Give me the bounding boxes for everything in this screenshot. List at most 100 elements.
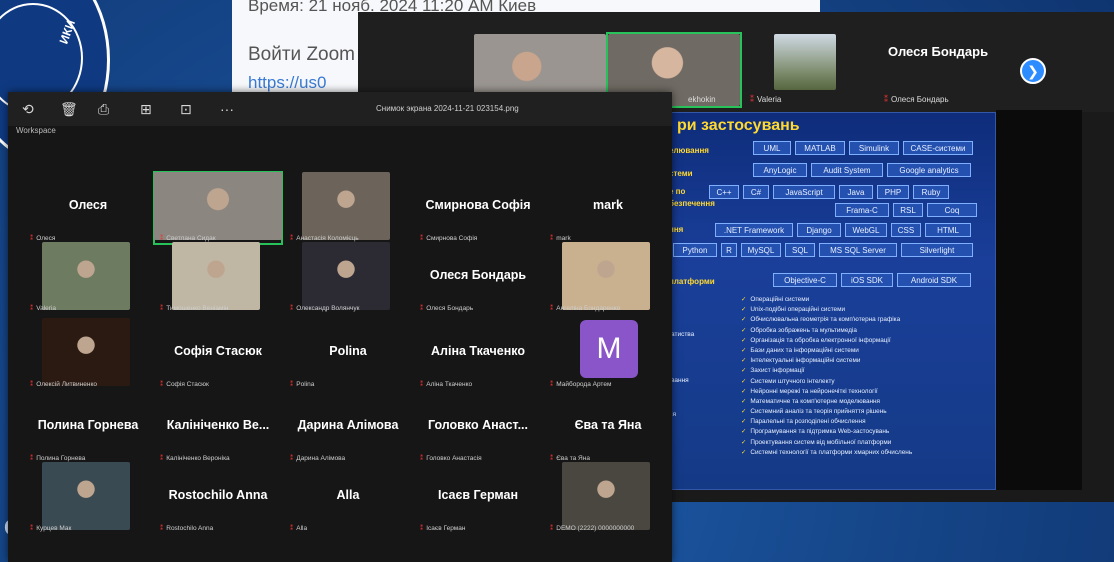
chevron-right-icon[interactable]: ❯: [1020, 58, 1046, 84]
participant-name: Ісаєв Герман: [437, 488, 519, 502]
workspace-label: Workspace: [16, 126, 56, 135]
participant-name: Єва та Яна: [574, 418, 642, 432]
participant-label-text: Ісаєв Герман: [426, 525, 466, 532]
slide-chip: Silverlight: [901, 243, 973, 257]
participant-label-text: Анастасія Коломієць: [296, 235, 359, 242]
participant-tile[interactable]: Полина Горнева ⁑ Полина Горнева: [24, 392, 152, 464]
participant-tile[interactable]: Калініченко Ве... ⁑ Калініченко Вероніка: [154, 392, 282, 464]
participant-label: ⁑ DEMO (2222) 0000000000: [550, 524, 634, 532]
muted-mic-icon: ⁑: [30, 455, 34, 462]
image-viewer-toolbar: ⟲ 🗑 ⎙ ⊞ ⊡ ··· Снимок экрана 2024-11-21 0…: [8, 92, 672, 126]
check-icon: ✓: [741, 438, 747, 446]
check-icon: ✓: [741, 346, 747, 354]
participant-tile[interactable]: ⁑ DEMO (2222) 0000000000: [544, 462, 672, 534]
participant-tile[interactable]: ⁑ Светлана Сидак: [153, 171, 283, 245]
participant-tile[interactable]: ⁑ Ангеліна Бондаренко: [544, 242, 672, 314]
slide-chip: iOS SDK: [841, 273, 893, 287]
participant-label: ⁑ Ісаєв Герман: [420, 524, 466, 532]
check-icon: ✓: [741, 377, 747, 385]
participant-tile[interactable]: Олеся Бондарь ⁑ Олеся Бондарь: [414, 242, 542, 314]
participant-label-text: Rostochilo Anna: [166, 525, 214, 532]
participant-label: ⁑ Смирнова Софія: [420, 234, 477, 242]
slide-chip: Audit System: [811, 163, 883, 177]
muted-mic-icon: ⁑: [550, 305, 554, 312]
gallery-icon[interactable]: ⊞: [140, 101, 152, 118]
participant-label: ⁑ Олеся: [30, 234, 55, 242]
slideshow-icon[interactable]: ⊡: [180, 101, 192, 118]
slide-chip: MATLAB: [795, 141, 845, 155]
video-feed: [154, 172, 282, 240]
participant-label-text: DEMO (2222) 0000000000: [556, 525, 635, 532]
participant-tile[interactable]: mark ⁑ mark: [544, 172, 672, 244]
slide-chip: MySQL: [741, 243, 781, 257]
participant-label-text: Курцев Мак: [36, 525, 72, 532]
slide-chip: WebGL: [845, 223, 887, 237]
participant-tile[interactable]: Дарина Алімова ⁑ Дарина Алімова: [284, 392, 412, 464]
slide-chip: UML: [753, 141, 791, 155]
participant-tile[interactable]: Ісаєв Герман ⁑ Ісаєв Герман: [414, 462, 542, 534]
rotate-icon[interactable]: ⟲: [22, 101, 34, 118]
strip-tile-featured[interactable]: Олеся Бондарь ⁑ Олеся Бондарь: [878, 34, 1038, 106]
strip-tile[interactable]: ⁑ Valeria: [744, 34, 876, 106]
participant-label: ⁑ Головко Анастасія: [420, 454, 482, 462]
participant-tile[interactable]: ⁑ Олексій Литвиненко: [24, 318, 152, 390]
check-icon: ✓: [741, 316, 747, 324]
muted-mic-icon: ⁑: [420, 381, 424, 388]
participant-tile[interactable]: Alla ⁑ Alla: [284, 462, 412, 534]
participant-tile[interactable]: ⁑ Valeria: [24, 242, 152, 314]
participant-tile[interactable]: Rostochilo Anna ⁑ Rostochilo Anna: [154, 462, 282, 534]
slide-chip: C#: [743, 185, 769, 199]
participant-label: ⁑ Valeria: [30, 304, 56, 312]
more-icon[interactable]: ···: [220, 101, 234, 117]
delete-icon[interactable]: 🗑: [60, 101, 78, 118]
participant-label-text: Полина Горнева: [36, 455, 86, 462]
muted-mic-icon: ⁑: [160, 235, 164, 242]
list-item: ✓ Паралельні та розподілені обчислення: [741, 418, 866, 426]
check-icon: ✓: [741, 387, 747, 395]
print-icon[interactable]: ⎙: [98, 101, 109, 118]
participant-label: ⁑ Rostochilo Anna: [160, 524, 213, 532]
muted-mic-icon: ⁑: [290, 455, 294, 462]
list-item: ✓ Обчислювальна геометрія та комп'ютерна …: [741, 316, 901, 324]
participant-label: ⁑ Курцев Мак: [30, 524, 71, 532]
slide-course-list: ✓ Операційні системи ✓ Unix-подібні операц…: [741, 295, 995, 458]
participant-tile[interactable]: ⁑ Олександр Волянчук: [284, 242, 412, 314]
muted-mic-icon: ⁑: [550, 381, 554, 388]
participant-label: ⁑ Майборода Артем: [550, 380, 611, 388]
muted-mic-icon: ⁑: [290, 235, 294, 242]
check-icon: ✓: [741, 357, 747, 365]
zoom-link[interactable]: https://us0: [248, 73, 326, 93]
participant-label: ⁑ Дарина Алімова: [290, 454, 345, 462]
slide-side-label: атиства: [671, 331, 695, 338]
muted-mic-icon: ⁑: [750, 95, 754, 104]
participant-label-text: Головко Анастасія: [426, 455, 482, 462]
muted-mic-icon: ⁑: [160, 305, 164, 312]
participant-label: ⁑ Олеся Бондарь: [420, 304, 473, 312]
muted-mic-icon: ⁑: [160, 381, 164, 388]
muted-mic-icon: ⁑: [884, 95, 888, 104]
participant-tile[interactable]: ⁑ Анастасія Коломієць: [284, 172, 412, 244]
participant-name: Смирнова Софія: [425, 198, 531, 212]
participant-tile[interactable]: Polina ⁑ Polina: [284, 318, 412, 390]
participant-tile[interactable]: Єва та Яна ⁑ Єва та Яна: [544, 392, 672, 464]
participant-tile[interactable]: Аліна Ткаченко ⁑ Аліна Ткаченко: [414, 318, 542, 390]
participant-tile[interactable]: ⁑ Тимошенко Веніамін: [154, 242, 282, 314]
muted-mic-icon: ⁑: [290, 525, 294, 532]
muted-mic-icon: ⁑: [30, 525, 34, 532]
slide-chip: HTML: [925, 223, 971, 237]
participant-label-text: Калініченко Вероніка: [166, 455, 230, 462]
window-title: Снимок экрана 2024-11-21 023154.png: [376, 104, 519, 113]
participant-tile[interactable]: Олеся ⁑ Олеся: [24, 172, 152, 244]
participant-tile[interactable]: Головко Анаст... ⁑ Головко Анастасія: [414, 392, 542, 464]
participant-label: ⁑ Олександр Волянчук: [290, 304, 359, 312]
check-icon: ✓: [741, 408, 747, 416]
participant-tile[interactable]: Смирнова Софія ⁑ Смирнова Софія: [414, 172, 542, 244]
participant-tile[interactable]: Софія Стасюк ⁑ Софія Стасюк: [154, 318, 282, 390]
muted-mic-icon: ⁑: [30, 381, 34, 388]
participant-label-text: mark: [556, 235, 571, 242]
participant-tile[interactable]: M ⁑ Майборода Артем: [544, 318, 672, 390]
slide-chip: Ruby: [913, 185, 949, 199]
check-icon: ✓: [741, 397, 747, 405]
participant-tile[interactable]: ⁑ Курцев Мак: [24, 462, 152, 534]
slide-chip: C++: [709, 185, 739, 199]
